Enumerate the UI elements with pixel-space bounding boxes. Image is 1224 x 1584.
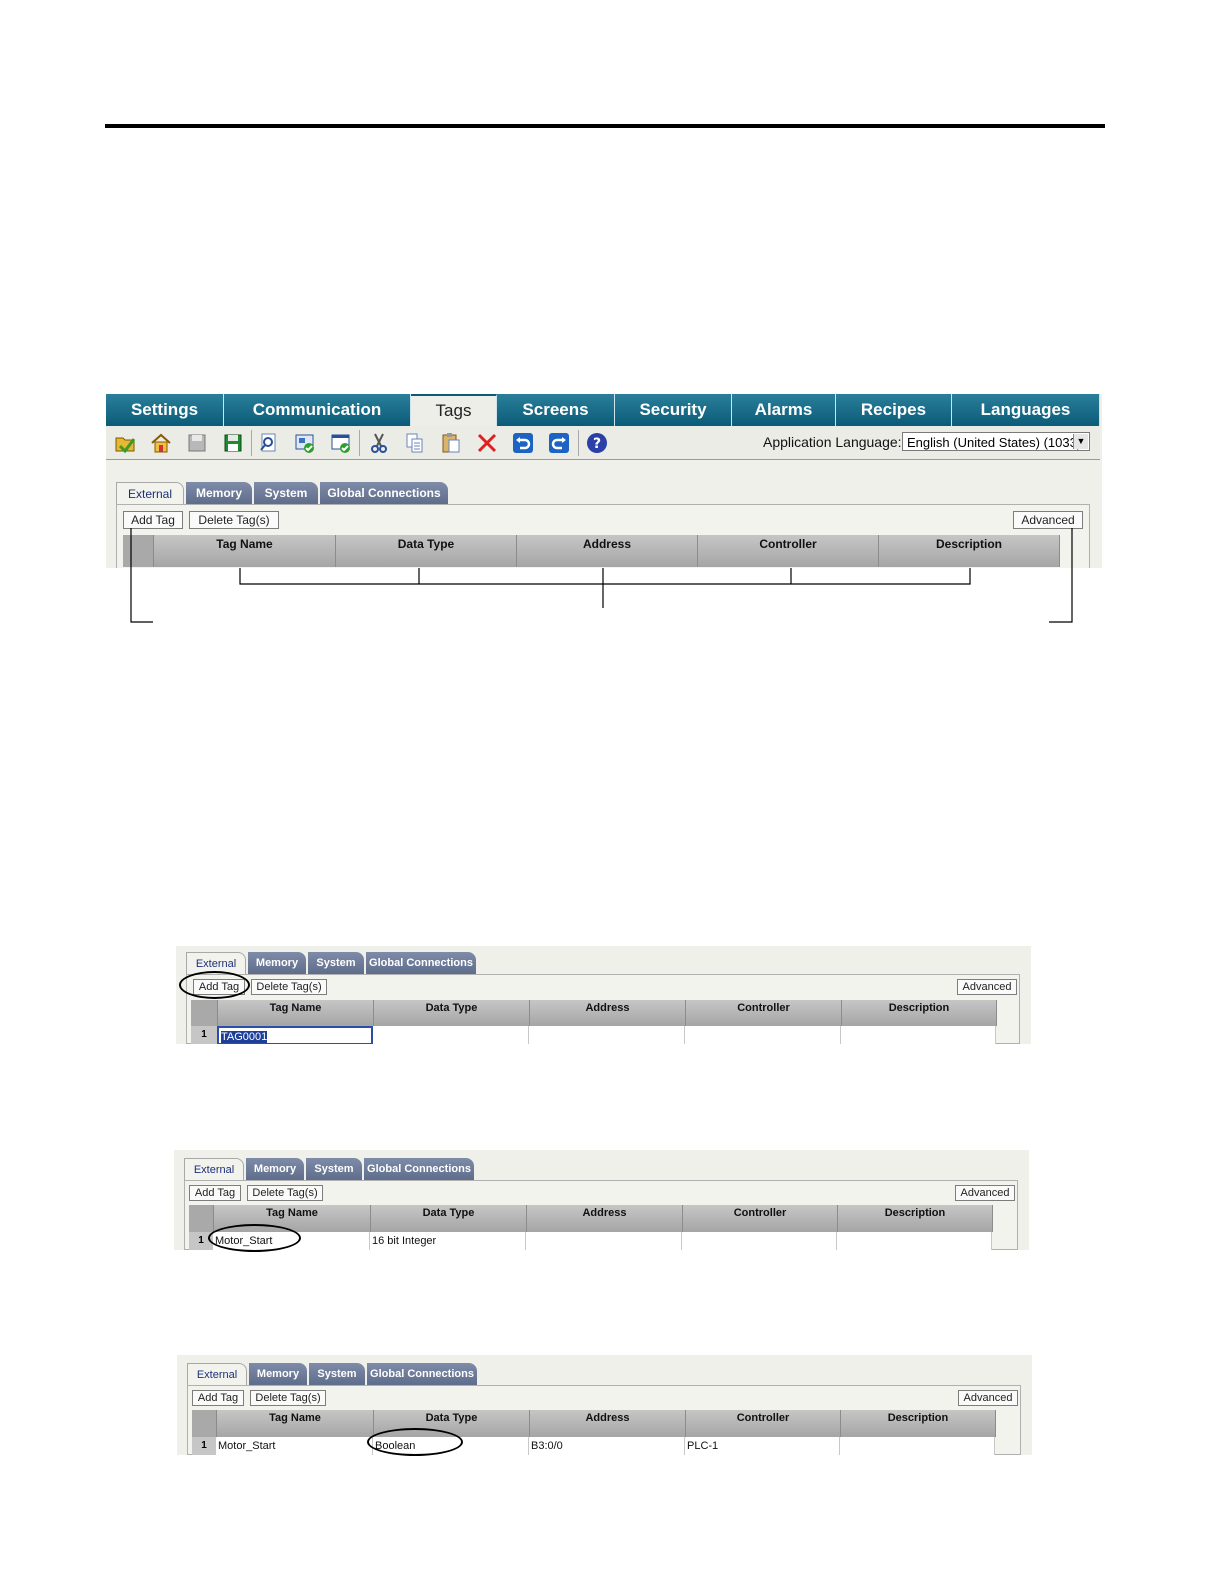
delete-tags-button[interactable]: Delete Tag(s) bbox=[247, 1185, 323, 1201]
subtab-memory[interactable]: Memory bbox=[249, 1363, 307, 1385]
column-data-type[interactable]: Data Type bbox=[374, 1410, 530, 1437]
row-header-corner bbox=[192, 1410, 217, 1437]
delete-tags-button[interactable]: Delete Tag(s) bbox=[250, 1390, 326, 1406]
tag-name-value[interactable]: TAG0001 bbox=[221, 1031, 268, 1043]
subtab-external[interactable]: External bbox=[184, 1158, 244, 1180]
advanced-button[interactable]: Advanced bbox=[955, 1185, 1015, 1201]
subtab-system[interactable]: System bbox=[306, 1158, 362, 1180]
address-cell[interactable] bbox=[526, 1232, 682, 1250]
row-number: 1 bbox=[189, 1232, 213, 1250]
subtab-system[interactable]: System bbox=[309, 1363, 365, 1385]
callout-lines bbox=[130, 528, 1073, 623]
column-data-type[interactable]: Data Type bbox=[374, 1000, 530, 1026]
tag-panel-body: Add Tag Delete Tag(s) Advanced Tag Name … bbox=[184, 1180, 1018, 1250]
address-cell[interactable]: B3:0/0 bbox=[529, 1437, 685, 1455]
subtab-memory[interactable]: Memory bbox=[248, 952, 306, 974]
row-header-corner bbox=[189, 1205, 214, 1232]
delete-tags-button[interactable]: Delete Tag(s) bbox=[251, 979, 327, 995]
tag-panel-body: Add Tag Delete Tag(s) Advanced Tag Name … bbox=[187, 1385, 1021, 1455]
row-number: 1 bbox=[191, 1026, 217, 1044]
add-tag-button[interactable]: Add Tag bbox=[192, 1390, 244, 1406]
column-description[interactable]: Description bbox=[838, 1205, 993, 1232]
column-address[interactable]: Address bbox=[527, 1205, 683, 1232]
tag-name-cell[interactable]: Motor_Start bbox=[213, 1232, 370, 1250]
column-address[interactable]: Address bbox=[530, 1410, 686, 1437]
advanced-button[interactable]: Advanced bbox=[957, 979, 1017, 995]
subtab-global-connections[interactable]: Global Connections bbox=[364, 1158, 474, 1180]
tag-panel-step3: External Memory System Global Connection… bbox=[177, 1355, 1032, 1455]
column-controller[interactable]: Controller bbox=[683, 1205, 838, 1232]
column-data-type[interactable]: Data Type bbox=[371, 1205, 527, 1232]
subtab-external[interactable]: External bbox=[186, 952, 246, 974]
description-cell[interactable] bbox=[841, 1026, 996, 1044]
data-type-cell[interactable]: 16 bit Integer bbox=[370, 1232, 526, 1250]
column-header-row: Tag Name Data Type Address Controller De… bbox=[192, 1410, 996, 1437]
controller-cell[interactable]: PLC-1 bbox=[685, 1437, 840, 1455]
column-controller[interactable]: Controller bbox=[686, 1410, 841, 1437]
column-tag-name[interactable]: Tag Name bbox=[217, 1410, 374, 1437]
subtab-memory[interactable]: Memory bbox=[246, 1158, 304, 1180]
add-tag-button[interactable]: Add Tag bbox=[189, 1185, 241, 1201]
tag-name-cell[interactable]: Motor_Start bbox=[216, 1437, 373, 1455]
tag-panel-step1: External Memory System Global Connection… bbox=[176, 946, 1031, 1044]
data-type-cell[interactable]: Boolean bbox=[373, 1437, 529, 1455]
column-tag-name[interactable]: Tag Name bbox=[218, 1000, 374, 1026]
description-cell[interactable] bbox=[837, 1232, 992, 1250]
column-address[interactable]: Address bbox=[530, 1000, 686, 1026]
subtab-global-connections[interactable]: Global Connections bbox=[367, 1363, 477, 1385]
data-type-cell[interactable] bbox=[373, 1026, 529, 1044]
advanced-button[interactable]: Advanced bbox=[958, 1390, 1018, 1406]
subtab-system[interactable]: System bbox=[308, 952, 364, 974]
address-cell[interactable] bbox=[529, 1026, 685, 1044]
controller-cell[interactable] bbox=[682, 1232, 837, 1250]
column-description[interactable]: Description bbox=[841, 1410, 996, 1437]
column-description[interactable]: Description bbox=[842, 1000, 997, 1026]
table-row[interactable]: 1 Motor_Start Boolean B3:0/0 PLC-1 bbox=[192, 1437, 995, 1455]
column-header-row: Tag Name Data Type Address Controller De… bbox=[189, 1205, 993, 1232]
row-number: 1 bbox=[192, 1437, 216, 1455]
column-controller[interactable]: Controller bbox=[686, 1000, 842, 1026]
column-tag-name[interactable]: Tag Name bbox=[214, 1205, 371, 1232]
tag-panel-body: Add Tag Delete Tag(s) Advanced Tag Name … bbox=[186, 974, 1020, 1044]
table-row[interactable]: 1 TAG0001 bbox=[191, 1026, 996, 1044]
subtab-external[interactable]: External bbox=[187, 1363, 247, 1385]
column-header-row: Tag Name Data Type Address Controller De… bbox=[191, 1000, 997, 1026]
controller-cell[interactable] bbox=[685, 1026, 841, 1044]
description-cell[interactable] bbox=[840, 1437, 995, 1455]
table-row[interactable]: 1 Motor_Start 16 bit Integer bbox=[189, 1232, 992, 1250]
row-header-corner bbox=[191, 1000, 218, 1026]
subtab-global-connections[interactable]: Global Connections bbox=[366, 952, 476, 974]
add-tag-button[interactable]: Add Tag bbox=[193, 979, 245, 995]
tag-name-cell[interactable]: TAG0001 bbox=[217, 1026, 373, 1044]
tag-panel-step2: External Memory System Global Connection… bbox=[174, 1150, 1029, 1250]
